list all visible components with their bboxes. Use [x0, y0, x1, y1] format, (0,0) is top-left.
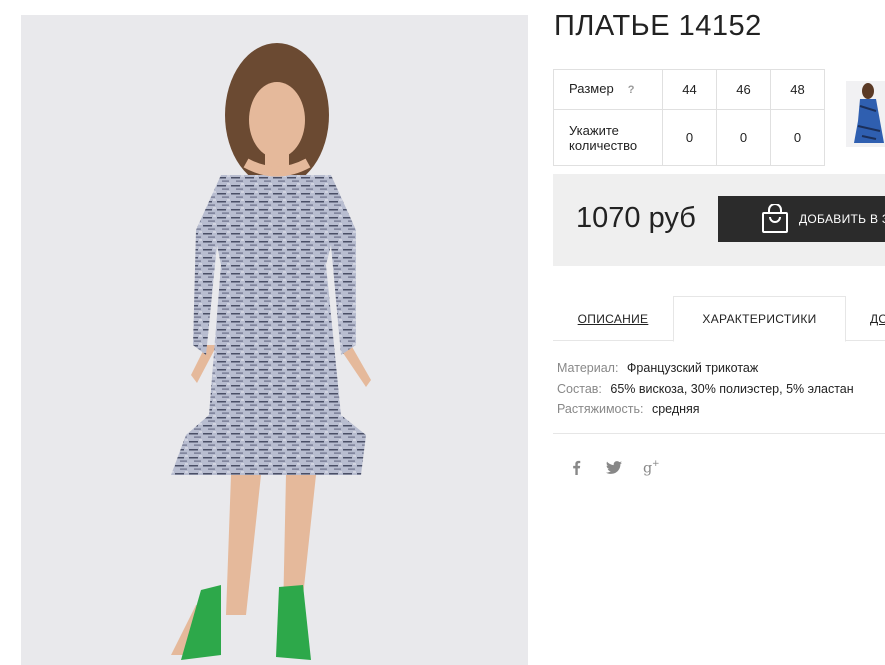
help-icon[interactable]: ? [628, 84, 635, 96]
spec-key: Растяжимость: [557, 402, 644, 416]
spec-row: Материал: Французский трикотаж [557, 358, 854, 379]
specs-list: Материал: Французский трикотаж Состав: 6… [557, 358, 854, 420]
twitter-icon[interactable] [604, 456, 624, 478]
shopping-bag-icon [762, 204, 788, 233]
product-tabs: ОПИСАНИЕ ХАРАКТЕРИСТИКИ ДО [553, 296, 885, 342]
qty-input-48[interactable]: 0 [770, 109, 825, 166]
svg-text:g: g [643, 460, 652, 476]
product-title: ПЛАТЬЕ 14152 [554, 10, 762, 42]
spec-key: Состав: [557, 381, 602, 396]
add-to-cart-button[interactable]: ДОБАВИТЬ В З [718, 196, 885, 242]
tab-delivery[interactable]: ДО [846, 296, 885, 341]
google-plus-icon[interactable]: g + [642, 456, 662, 478]
qty-label: Укажите количество [553, 109, 663, 166]
tab-characteristics[interactable]: ХАРАКТЕРИСТИКИ [673, 296, 846, 342]
spec-value: средняя [651, 402, 700, 416]
qty-input-44[interactable]: 0 [662, 109, 717, 166]
spec-value: 65% вискоза, 30% полиэстер, 5% эластан [610, 381, 854, 396]
size-label: Размер [569, 81, 614, 96]
size-48: 48 [770, 69, 825, 110]
size-46: 46 [716, 69, 771, 110]
tab-description[interactable]: ОПИСАНИЕ [553, 296, 673, 341]
price: 1070 руб [576, 202, 696, 234]
spec-value: Французский трикотаж [626, 361, 759, 375]
spec-row: Растяжимость: средняя [557, 399, 854, 420]
size-label-cell: Размер? [553, 69, 663, 110]
size-44: 44 [662, 69, 717, 110]
spec-key: Материал: [557, 361, 619, 375]
thumbnail-image [854, 83, 884, 143]
dress-illustration [171, 43, 371, 660]
qty-input-46[interactable]: 0 [716, 109, 771, 166]
buy-box: 1070 руб ДОБАВИТЬ В З [553, 174, 885, 266]
svg-text:+: + [652, 459, 660, 469]
facebook-icon[interactable] [566, 456, 586, 478]
spec-row: Состав: 65% вискоза, 30% полиэстер, 5% э… [557, 379, 854, 400]
product-photo[interactable] [21, 15, 528, 665]
size-table: Размер? 44 46 48 Укажите количество 0 0 … [553, 69, 825, 166]
add-to-cart-label: ДОБАВИТЬ В З [799, 212, 885, 226]
divider [553, 433, 885, 434]
social-share: g + [566, 456, 662, 478]
product-thumbnail[interactable] [846, 81, 885, 147]
